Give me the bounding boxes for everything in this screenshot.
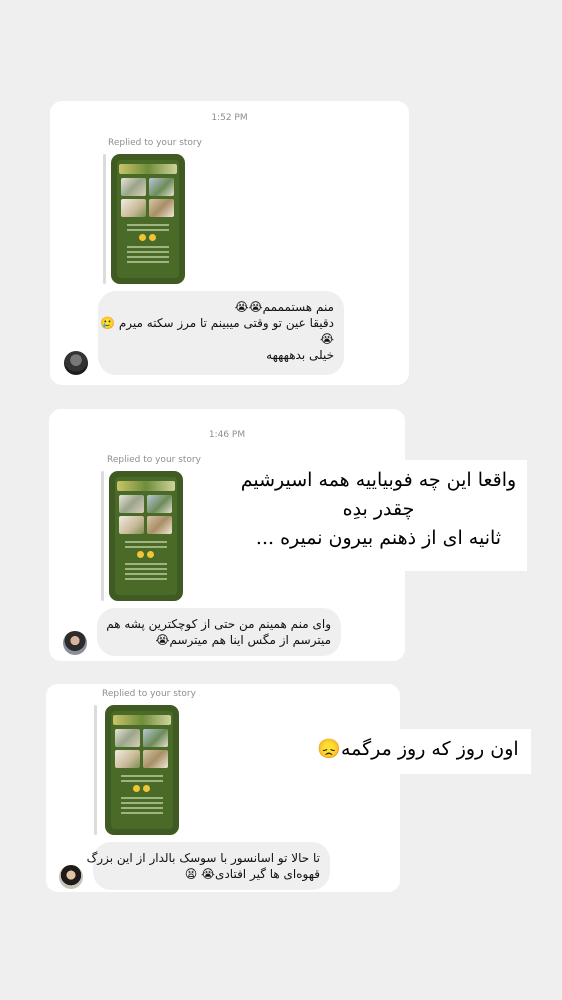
caption-overlay: اون روز که روز مرگمه😞: [305, 729, 531, 774]
caption-line: ثانیه ای از ذهنم بیرون نمیره ...: [255, 527, 502, 549]
message-text-line: دقیقا عین تو وقتی میبینم تا مرز سکته میر…: [100, 316, 334, 330]
message-text-line: تا حالا تو اسانسور با سوسک بالدار از این…: [86, 851, 320, 865]
message-text-line: خیلی بدههههه: [266, 348, 334, 362]
story-thumbnail[interactable]: [111, 154, 185, 284]
user-avatar[interactable]: [63, 631, 87, 655]
timestamp: 1:46 PM: [208, 430, 246, 440]
story-thumbnail[interactable]: [109, 471, 183, 601]
timestamp: 1:52 PM: [211, 113, 248, 123]
message-card-3: Replied to your story تا حالا تو اسانسور…: [46, 684, 400, 892]
caption-overlay: واقعا این چه فوبیاییه همه اسیرشیم چقدر ب…: [230, 460, 527, 571]
message-bubble[interactable]: وای منم همینم من حتی از کوچکترین پشه هم …: [97, 608, 341, 656]
caption-line: واقعا این چه فوبیاییه همه اسیرشیم: [240, 469, 517, 491]
message-text-line: منم هستمممم😭😭: [234, 300, 334, 314]
replied-to-story-label: Replied to your story: [102, 689, 196, 699]
message-bubble[interactable]: منم هستمممم😭😭 دقیقا عین تو وقتی میبینم ت…: [98, 291, 344, 375]
user-avatar[interactable]: [59, 865, 83, 889]
reply-quote-bar: [103, 154, 106, 284]
message-bubble[interactable]: تا حالا تو اسانسور با سوسک بالدار از این…: [86, 842, 330, 890]
message-text-line: قهوه‌ای ها گیر افتادی😭 😫: [184, 867, 320, 881]
reply-quote-bar: [94, 705, 97, 835]
reply-quote-bar: [101, 471, 104, 601]
replied-to-story-label: Replied to your story: [107, 455, 201, 465]
message-text-line: وای منم همینم من حتی از کوچکترین پشه هم: [106, 617, 331, 631]
user-avatar[interactable]: [64, 351, 88, 375]
caption-line: چقدر بدِه: [342, 498, 415, 520]
message-text-line: 😭: [319, 332, 334, 346]
message-text-line: میترسم از مگس اینا هم میترسم😭: [155, 633, 331, 647]
replied-to-story-label: Replied to your story: [108, 138, 202, 148]
message-card-1: 1:52 PM Replied to your story منم هستممم…: [50, 101, 409, 385]
caption-line: اون روز که روز مرگمه😞: [317, 738, 519, 760]
story-thumbnail[interactable]: [105, 705, 179, 835]
